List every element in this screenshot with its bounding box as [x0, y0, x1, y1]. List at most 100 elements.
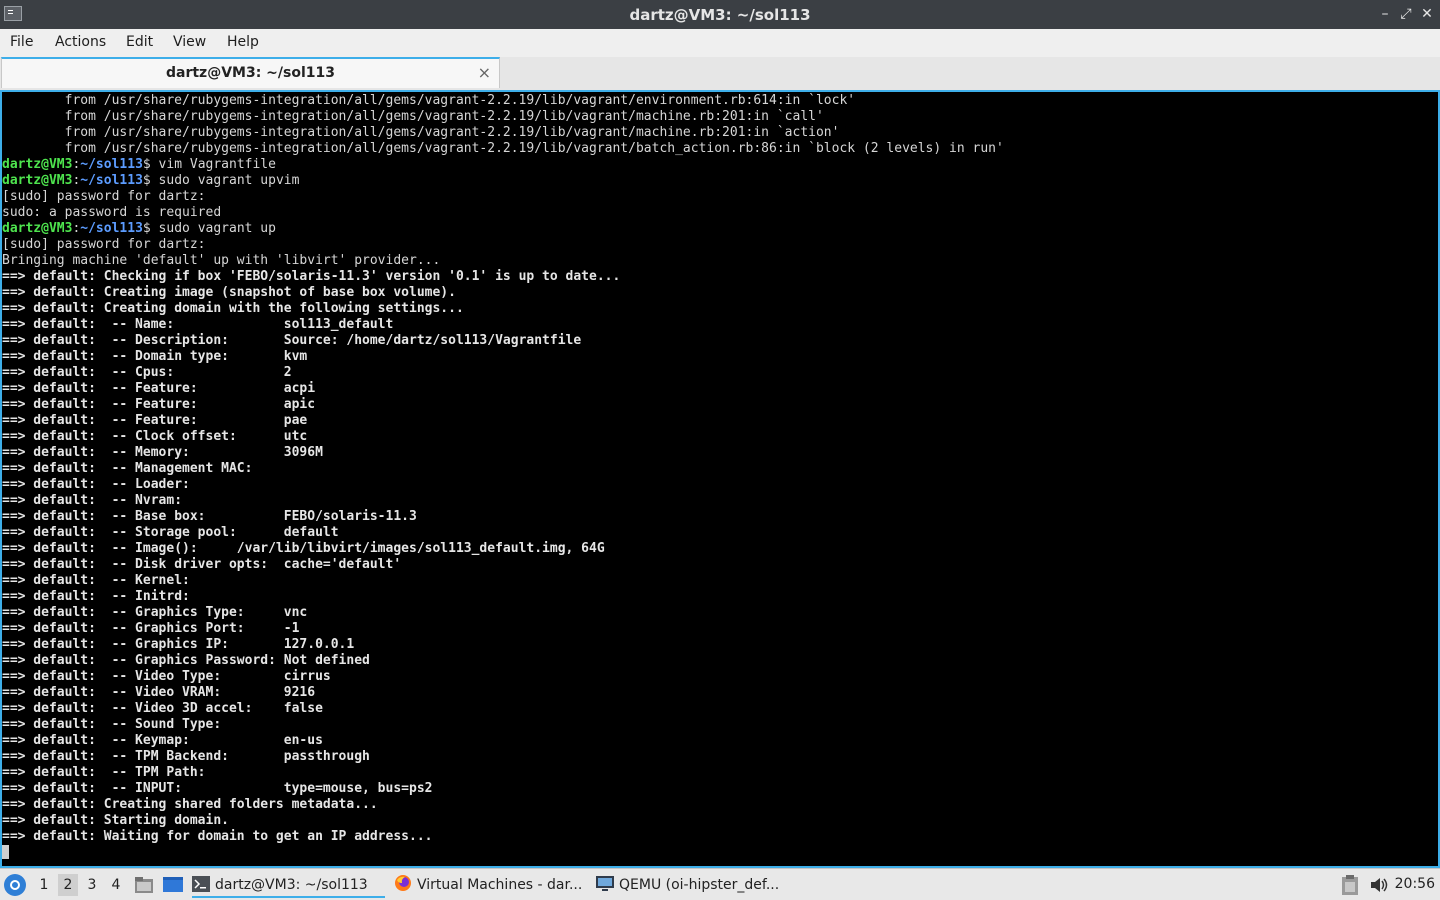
prompt-command: sudo vagrant upvim [150, 173, 300, 188]
workspace-4[interactable]: 4 [106, 874, 126, 896]
vagrant-message: -- Cpus: 2 [103, 365, 292, 380]
terminal-cursor [2, 845, 9, 859]
terminal-line: ==> default: -- Graphics Port: -1 [2, 621, 1438, 637]
terminal-line: ==> default: -- Domain type: kvm [2, 349, 1438, 365]
vagrant-message: -- Graphics Type: vnc [103, 605, 308, 620]
vagrant-prefix: ==> default: [2, 749, 104, 764]
tab-bar: dartz@VM3: ~/sol113 × [0, 57, 1440, 91]
tab-close-icon[interactable]: × [478, 63, 491, 82]
vagrant-message: -- Video VRAM: 9216 [103, 685, 316, 700]
vagrant-prefix: ==> default: [2, 509, 104, 524]
vagrant-message: -- Keymap: en-us [103, 733, 323, 748]
vagrant-message: -- Description: Source: /home/dartz/sol1… [103, 333, 582, 348]
terminal-line: ==> default: -- Cpus: 2 [2, 365, 1438, 381]
vagrant-message: -- Feature: apic [103, 397, 316, 412]
minimize-icon[interactable]: – [1376, 4, 1394, 24]
vagrant-prefix: ==> default: [2, 781, 104, 796]
vagrant-prefix: ==> default: [2, 701, 104, 716]
terminal-line: ==> default: -- TPM Backend: passthrough [2, 749, 1438, 765]
terminal-line: dartz@VM3:~/sol113$ vim Vagrantfile [2, 157, 276, 172]
file-manager-icon[interactable] [134, 875, 154, 894]
prompt-path: ~/sol113 [80, 173, 143, 188]
menu-actions[interactable]: Actions [55, 34, 106, 50]
terminal-line: ==> default: -- Initrd: [2, 589, 1438, 605]
vagrant-message: Creating domain with the following setti… [103, 301, 464, 316]
vagrant-prefix: ==> default: [2, 653, 104, 668]
terminal-line: [sudo] password for dartz: [2, 189, 206, 204]
menu-edit[interactable]: Edit [126, 34, 153, 50]
terminal-line: dartz@VM3:~/sol113$ sudo vagrant up [2, 221, 276, 236]
vagrant-message: Checking if box 'FEBO/solaris-11.3' vers… [103, 269, 621, 284]
vagrant-prefix: ==> default: [2, 525, 104, 540]
prompt-user: dartz@VM3 [2, 221, 73, 236]
vagrant-prefix: ==> default: [2, 493, 104, 508]
terminal-view[interactable]: from /usr/share/rubygems-integration/all… [0, 90, 1440, 868]
terminal-line: dartz@VM3:~/sol113$ sudo vagrant upvim [2, 173, 300, 188]
clock: 20:56 [1394, 876, 1435, 892]
vagrant-message: -- Sound Type: [103, 717, 222, 732]
terminal-line: from /usr/share/rubygems-integration/all… [2, 93, 856, 108]
terminal-line: ==> default: -- Management MAC: [2, 461, 1438, 477]
terminal-line: ==> default: -- Nvram: [2, 493, 1438, 509]
volume-icon[interactable] [1369, 874, 1389, 896]
terminal-line: ==> default: -- Storage pool: default [2, 525, 1438, 541]
vagrant-message: -- Kernel: [103, 573, 190, 588]
vagrant-message: -- Nvram: [103, 493, 183, 508]
vagrant-prefix: ==> default: [2, 541, 104, 556]
vagrant-message: -- Management MAC: [103, 461, 253, 476]
terminal-line: ==> default: -- Kernel: [2, 573, 1438, 589]
close-icon[interactable]: ✕ [1418, 4, 1436, 24]
terminal-line: ==> default: -- Memory: 3096M [2, 445, 1438, 461]
task-firefox[interactable]: Virtual Machines - dar... [394, 872, 586, 898]
terminal-line: ==> default: -- Feature: pae [2, 413, 1438, 429]
terminal-line: from /usr/share/rubygems-integration/all… [2, 125, 840, 140]
prompt-command: sudo vagrant up [150, 221, 276, 236]
vagrant-message: -- Name: sol113_default [103, 317, 394, 332]
prompt-path: ~/sol113 [80, 221, 143, 236]
vagrant-prefix: ==> default: [2, 397, 104, 412]
terminal-line: ==> default: -- Clock offset: utc [2, 429, 1438, 445]
vagrant-prefix: ==> default: [2, 477, 104, 492]
vagrant-message: -- Image(): /var/lib/libvirt/images/sol1… [103, 541, 605, 556]
start-menu-icon[interactable] [4, 874, 26, 896]
vagrant-prefix: ==> default: [2, 621, 104, 636]
terminal-line: ==> default: -- Video VRAM: 9216 [2, 685, 1438, 701]
workspace-2[interactable]: 2 [58, 874, 78, 896]
vagrant-prefix: ==> default: [2, 797, 104, 812]
vagrant-message: -- Graphics Port: -1 [103, 621, 300, 636]
vagrant-message: -- Memory: 3096M [103, 445, 323, 460]
vagrant-message: -- TPM Backend: passthrough [103, 749, 370, 764]
vagrant-message: -- Base box: FEBO/solaris-11.3 [103, 509, 417, 524]
terminal-line: ==> default: -- Loader: [2, 477, 1438, 493]
menu-help[interactable]: Help [227, 34, 259, 50]
taskbar: 1 2 3 4 dartz@VM3: ~/sol113 Virtual Mach… [0, 868, 1440, 900]
workspace-1[interactable]: 1 [34, 874, 54, 896]
terminal-line: from /usr/share/rubygems-integration/all… [2, 109, 824, 124]
vagrant-prefix: ==> default: [2, 733, 104, 748]
clipboard-icon[interactable] [1341, 874, 1359, 896]
terminal-line: ==> default: Creating shared folders met… [2, 797, 1438, 813]
terminal-line: ==> default: -- Disk driver opts: cache=… [2, 557, 1438, 573]
terminal-line: ==> default: -- Video Type: cirrus [2, 669, 1438, 685]
window-titlebar[interactable]: dartz@VM3: ~/sol113 – ⤢ ✕ [0, 0, 1440, 29]
task-qemu[interactable]: QEMU (oi-hipster_def... [596, 872, 796, 898]
task-terminal[interactable]: dartz@VM3: ~/sol113 [192, 872, 385, 898]
vagrant-message: Creating image (snapshot of base box vol… [103, 285, 456, 300]
vagrant-prefix: ==> default: [2, 429, 104, 444]
maximize-icon[interactable]: ⤢ [1397, 4, 1415, 24]
menu-view[interactable]: View [173, 34, 206, 50]
tab-terminal[interactable]: dartz@VM3: ~/sol113 × [1, 57, 500, 88]
terminal-line: ==> default: -- Image(): /var/lib/libvir… [2, 541, 1438, 557]
desktop-icon[interactable] [162, 875, 183, 894]
workspace-3[interactable]: 3 [82, 874, 102, 896]
vagrant-prefix: ==> default: [2, 349, 104, 364]
terminal-line: ==> default: -- Video 3D accel: false [2, 701, 1438, 717]
vagrant-prefix: ==> default: [2, 365, 104, 380]
vagrant-message: -- Initrd: [103, 589, 190, 604]
vagrant-message: -- Domain type: kvm [103, 349, 308, 364]
menu-file[interactable]: File [10, 34, 33, 50]
vagrant-message: -- Graphics IP: 127.0.0.1 [103, 637, 355, 652]
vagrant-message: Starting domain. [103, 813, 229, 828]
terminal-line: ==> default: Creating image (snapshot of… [2, 285, 1438, 301]
terminal-line: ==> default: -- Keymap: en-us [2, 733, 1438, 749]
